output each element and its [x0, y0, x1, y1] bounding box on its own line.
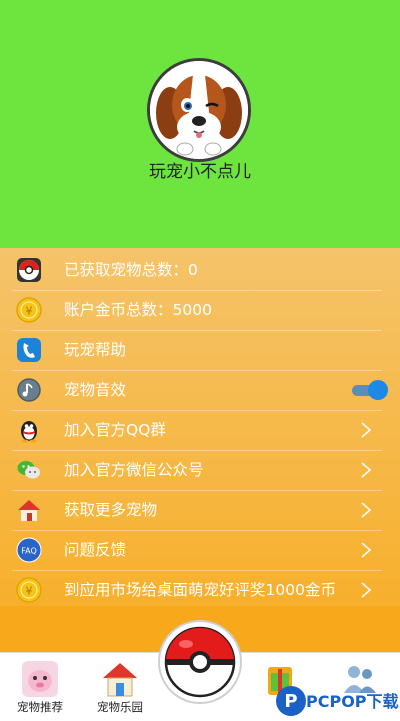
menu-item-feedback[interactable]: FAQ 问题反馈 [12, 530, 382, 571]
toggle-knob [368, 380, 388, 400]
qq-penguin-icon [21, 421, 37, 443]
help-phone-icon [17, 338, 41, 362]
settings-menu: 已获取宠物总数：0 ¥ 账户金币总数：5000 玩宠帮助 宠物音效 加入官方QQ… [0, 248, 400, 611]
menu-item-label: 获取更多宠物 [64, 501, 158, 519]
chevron-right-icon [361, 462, 372, 478]
menu-item-label: 玩宠帮助 [64, 341, 127, 359]
svg-text:P: P [284, 691, 297, 712]
house-icon [18, 500, 40, 521]
tab-pet-recommend[interactable]: 宠物推荐 [0, 653, 80, 721]
chevron-right-icon [361, 582, 372, 598]
menu-item-label: 加入官方QQ群 [64, 421, 166, 439]
chevron-right-icon [361, 542, 372, 558]
menu-item-qq-group[interactable]: 加入官方QQ群 [12, 410, 382, 451]
pet-recommend-icon [22, 661, 58, 697]
pokeball-icon [17, 258, 41, 282]
menu-item-label: 到应用市场给桌面萌宠好评奖1000金币 [64, 581, 336, 599]
pet-park-house-icon [103, 663, 137, 697]
profile-header: 玩宠小不点儿 [0, 0, 400, 248]
pokeball-center-icon [164, 626, 236, 698]
center-pokeball-button[interactable] [158, 620, 242, 704]
avatar[interactable] [147, 58, 251, 162]
menu-item-more-pets[interactable]: 获取更多宠物 [12, 490, 382, 531]
tab-label: 宠物推荐 [17, 700, 63, 714]
coin-icon: ¥ [16, 297, 42, 323]
tab-pet-park[interactable]: 宠物乐园 [80, 653, 160, 721]
menu-item-label: 问题反馈 [64, 541, 127, 559]
menu-item-label: 账户金币总数：5000 [64, 301, 212, 319]
menu-item-wechat[interactable]: 加入官方微信公众号 [12, 450, 382, 491]
svg-text:¥: ¥ [26, 305, 33, 318]
menu-item-label: 宠物音效 [64, 381, 127, 399]
menu-item-pet-count: 已获取宠物总数：0 [12, 250, 382, 291]
username: 玩宠小不点儿 [149, 162, 251, 182]
menu-item-help[interactable]: 玩宠帮助 [12, 330, 382, 371]
tab-label: 宠物乐园 [97, 700, 143, 714]
sound-toggle[interactable] [348, 380, 388, 400]
watermark-text: PCPOP下载 [306, 692, 399, 711]
chevron-right-icon [361, 422, 372, 438]
menu-item-coin-total: ¥ 账户金币总数：5000 [12, 290, 382, 331]
menu-item-sound: 宠物音效 [12, 370, 388, 411]
sound-icon [17, 378, 41, 402]
wechat-icon [17, 461, 40, 479]
menu-item-label: 加入官方微信公众号 [64, 461, 204, 479]
faq-icon: FAQ [16, 537, 42, 563]
chevron-right-icon [361, 502, 372, 518]
beagle-dog-icon [150, 61, 248, 159]
svg-text:¥: ¥ [26, 585, 33, 598]
menu-item-rate-app[interactable]: ¥ 到应用市场给桌面萌宠好评奖1000金币 [12, 570, 382, 611]
svg-text:FAQ: FAQ [21, 547, 37, 556]
coin-icon: ¥ [16, 577, 42, 603]
menu-item-label: 已获取宠物总数：0 [64, 261, 198, 279]
